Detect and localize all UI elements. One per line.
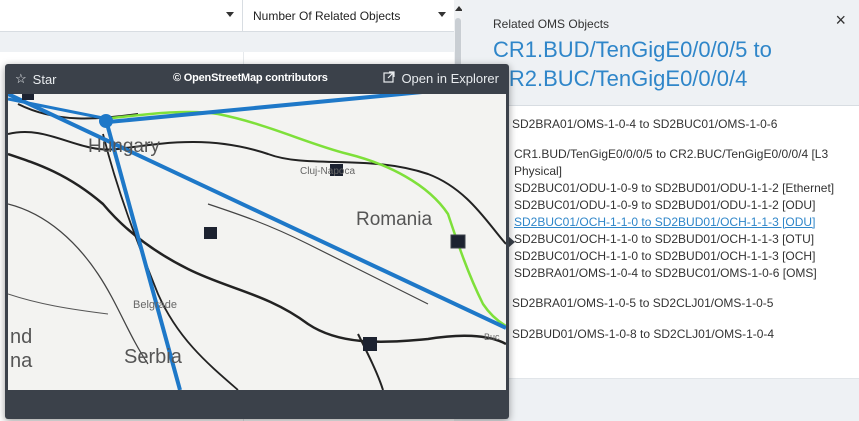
map-label-nd: nd: [10, 326, 33, 348]
map-popover: ☆ Star © OpenStreetMap contributors Open…: [5, 64, 509, 419]
map-label-serbia: Serbia: [124, 346, 182, 368]
list-item[interactable]: SD2BUD01/OMS-1-0-8 to SD2CLJ01/OMS-1-0-4: [512, 326, 857, 343]
star-button[interactable]: ☆ Star: [15, 71, 57, 87]
related-objects-panel: Related OMS Objects CR1.BUD/TenGigE0/0/0…: [462, 0, 859, 421]
map-label-cluj: Cluj-Napoca: [300, 166, 356, 177]
list-item[interactable]: SD2BUC01/ODU-1-0-9 to SD2BUD01/ODU-1-1-2…: [512, 197, 857, 214]
list-item[interactable]: CR1.BUD/TenGigE0/0/0/5 to CR2.BUC/TenGig…: [512, 146, 857, 180]
table-row[interactable]: [0, 32, 454, 52]
external-link-icon: [383, 71, 396, 86]
map-view[interactable]: Hungary Cluj-Napoca Romania Belgrade Ser…: [8, 94, 506, 390]
map-label-buc: Buc: [484, 332, 500, 342]
chevron-down-icon[interactable]: [226, 12, 234, 17]
map-label-na: na: [10, 350, 33, 372]
open-in-explorer-button[interactable]: Open in Explorer: [383, 71, 499, 86]
list-item[interactable]: SD2BRA01/OMS-1-0-5 to SD2CLJ01/OMS-1-0-5: [512, 295, 857, 312]
star-label: Star: [32, 71, 57, 87]
popover-toolbar: ☆ Star © OpenStreetMap contributors Open…: [5, 64, 509, 94]
list-item[interactable]: SD2BRA01/OMS-1-0-4 to SD2BUC01/OMS-1-0-6: [512, 116, 857, 133]
close-icon[interactable]: ×: [835, 10, 846, 31]
list-item[interactable]: SD2BRA01/OMS-1-0-4 to SD2BUC01/OMS-1-0-6…: [512, 265, 857, 282]
panel-subtitle: Related OMS Objects: [493, 17, 610, 31]
map-canvas: [8, 94, 506, 390]
column-header-related-count[interactable]: Number Of Related Objects: [244, 0, 454, 32]
map-label-romania: Romania: [356, 209, 433, 230]
panel-header: Related OMS Objects CR1.BUD/TenGigE0/0/0…: [462, 0, 859, 106]
list-item[interactable]: SD2BUC01/ODU-1-0-9 to SD2BUD01/ODU-1-1-2…: [512, 180, 857, 197]
related-objects-list: SD2BRA01/OMS-1-0-4 to SD2BUC01/OMS-1-0-6…: [512, 116, 857, 343]
column-header-label: Number Of Related Objects: [253, 9, 401, 23]
panel-title: CR1.BUD/TenGigE0/0/0/5 to CR2.BUC/TenGig…: [493, 37, 772, 91]
map-label-belgrade: Belgrade: [133, 299, 178, 311]
list-item[interactable]: SD2BUC01/OCH-1-1-0 to SD2BUD01/OCH-1-1-3…: [512, 231, 857, 248]
star-icon: ☆: [15, 71, 27, 86]
panel-footer: [462, 378, 859, 421]
map-attribution[interactable]: © OpenStreetMap contributors: [173, 72, 328, 84]
list-item[interactable]: SD2BUC01/OCH-1-1-0 to SD2BUD01/OCH-1-1-3…: [512, 248, 857, 265]
list-item-selected[interactable]: SD2BUC01/OCH-1-1-0 to SD2BUD01/OCH-1-1-3…: [512, 214, 857, 231]
chevron-down-icon[interactable]: [438, 12, 446, 17]
map-label-hungary: Hungary: [88, 136, 160, 157]
column-header-1[interactable]: [0, 0, 243, 32]
popover-pointer: [508, 236, 515, 248]
app-root: Number Of Related Objects Related OMS Ob…: [0, 0, 859, 421]
table-header-row: Number Of Related Objects: [0, 0, 462, 32]
open-in-explorer-label: Open in Explorer: [401, 71, 499, 86]
